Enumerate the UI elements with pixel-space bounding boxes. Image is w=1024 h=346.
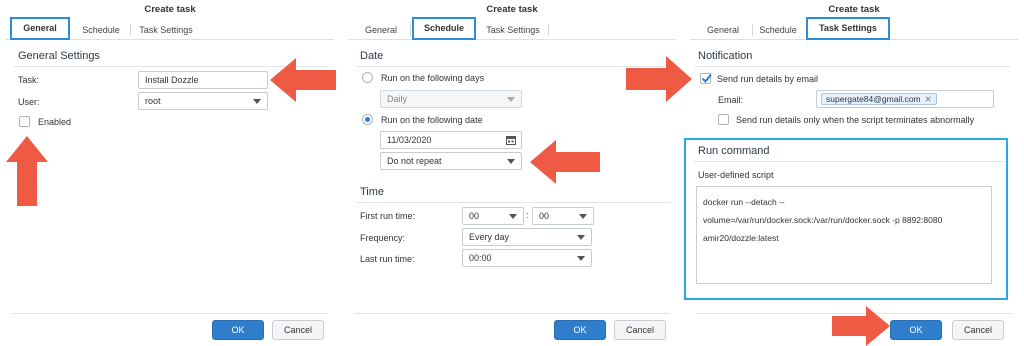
repeat-select[interactable]: Do not repeat [380,152,522,170]
left-arrow-icon [530,140,600,184]
run-date-label: Run on the following date [381,115,483,125]
chevron-down-icon [509,214,517,219]
user-value: root [145,96,161,106]
run-date-radio[interactable] [362,114,373,125]
tab-schedule[interactable]: Schedule [412,17,476,40]
dialog-title: Create task [144,4,196,15]
email-input[interactable]: supergate84@gmail.com ✕ [816,90,994,108]
ok-button[interactable]: OK [890,320,942,340]
hour-value: 00 [469,211,480,221]
left-arrow-icon [270,58,336,102]
enabled-checkbox[interactable] [19,116,30,127]
section-time: Time [360,186,385,198]
divider [356,202,670,203]
chevron-down-icon [577,235,585,240]
script-label: User-defined script [698,170,774,180]
section-date: Date [360,50,384,62]
date-value: 11/03/2020 [387,135,432,145]
run-days-label: Run on the following days [381,73,485,83]
task-label: Task: [18,75,40,85]
tab-general[interactable]: General [694,20,753,40]
tab-general[interactable]: General [352,20,411,40]
dialog-title: Create task [486,4,538,15]
section-run-command: Run command [698,145,770,157]
abnormal-checkbox[interactable] [718,114,729,125]
last-run-value: 00:00 [469,253,492,263]
tab-bar: General Schedule Task Settings [6,16,334,40]
chevron-down-icon [507,159,515,164]
email-chip-text: supergate84@gmail.com [826,94,921,104]
days-select[interactable]: Daily [380,90,522,108]
tab-task-settings[interactable]: Task Settings [478,20,549,40]
send-email-checkbox[interactable] [700,73,712,84]
divider [694,66,1010,67]
user-label: User: [18,97,40,107]
section-general-settings: General Settings [18,50,100,62]
right-arrow-icon [626,56,692,102]
email-chip: supergate84@gmail.com ✕ [821,93,937,105]
divider [356,66,670,67]
section-notification: Notification [698,50,753,62]
calendar-icon[interactable] [506,135,516,145]
tab-general[interactable]: General [10,17,70,40]
close-icon[interactable]: ✕ [925,94,932,104]
chevron-down-icon [577,256,585,261]
last-run-select[interactable]: 00:00 [462,249,592,267]
cancel-button[interactable]: Cancel [272,320,324,340]
chevron-down-icon [579,214,587,219]
divider [694,161,1004,162]
send-email-label: Send run details by email [717,74,819,84]
date-input[interactable]: 11/03/2020 [380,131,522,149]
dialog-title: Create task [828,4,880,15]
minute-select[interactable]: 00 [532,207,594,225]
user-select[interactable]: root [138,92,268,110]
enabled-label: Enabled [38,117,72,127]
task-input[interactable]: Install Dozzle [138,71,268,89]
minute-value: 00 [539,211,550,221]
tab-bar: General Schedule Task Settings [348,16,676,40]
footer-divider [354,313,670,314]
last-run-label: Last run time: [360,254,415,264]
first-run-label: First run time: [360,211,416,221]
tab-task-settings[interactable]: Task Settings [130,20,202,40]
script-line: docker run --detach -- [703,197,785,207]
frequency-label: Frequency: [360,233,406,243]
chevron-down-icon [507,97,515,102]
right-arrow-icon [832,306,890,346]
time-colon: : [526,210,529,220]
tab-bar: General Schedule Task Settings [690,16,1018,40]
tab-task-settings[interactable]: Task Settings [806,17,890,40]
days-value: Daily [387,94,408,104]
cancel-button[interactable]: Cancel [952,320,1004,340]
footer-divider [12,313,328,314]
script-textarea[interactable]: docker run --detach -- volume=/var/run/d… [696,186,992,284]
email-label: Email: [718,95,744,105]
frequency-select[interactable]: Every day [462,228,592,246]
abnormal-label: Send run details only when the script te… [736,115,975,125]
task-settings-panel: Create task General Schedule Task Settin… [626,0,1024,346]
chevron-down-icon [253,99,261,104]
cancel-button[interactable]: Cancel [614,320,666,340]
script-line: volume=/var/run/docker.sock:/var/run/doc… [703,215,943,225]
checkmark-icon [701,73,712,84]
run-days-radio[interactable] [362,72,373,83]
frequency-value: Every day [469,232,510,242]
up-arrow-icon [6,136,48,206]
schedule-panel: Create task General Schedule Task Settin… [342,0,682,344]
tab-schedule[interactable]: Schedule [72,20,131,40]
hour-select[interactable]: 00 [462,207,524,225]
ok-button[interactable]: OK [554,320,606,340]
general-panel: Create task General Schedule Task Settin… [0,0,340,344]
ok-button[interactable]: OK [212,320,264,340]
tab-schedule[interactable]: Schedule [752,20,804,40]
script-line: amir20/dozzle:latest [703,233,779,243]
repeat-value: Do not repeat [387,156,442,166]
